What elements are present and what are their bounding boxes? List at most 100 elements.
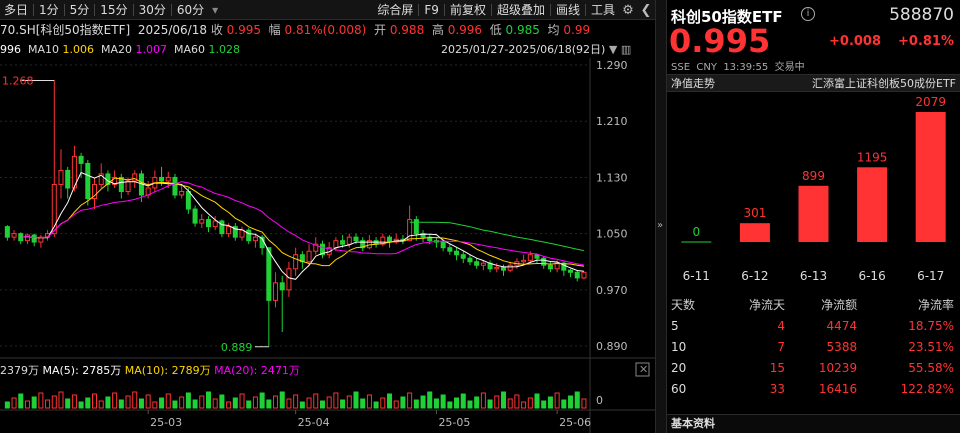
volume-bar	[313, 393, 319, 409]
volume-bar	[319, 400, 325, 409]
candle-body	[199, 219, 205, 224]
volume-bar	[152, 401, 158, 409]
fund-full-name: 汇添富上证科创板50成份ETF	[812, 77, 956, 90]
candle-body	[205, 219, 212, 228]
volume-bar	[38, 392, 44, 409]
toolbar-right-group: 综合屏 F9 前复权 超级叠加 画线 工具 ⚙ ❮	[373, 0, 655, 20]
toolbar-separator	[490, 4, 492, 16]
cell-net-rate: 122.82%	[900, 381, 954, 396]
volume-bar	[366, 394, 372, 409]
period-60min[interactable]: 60分	[173, 0, 208, 20]
volume-bar	[58, 391, 64, 409]
candle-body	[293, 254, 299, 270]
ma60-line	[409, 221, 585, 252]
toolbar-separator	[584, 4, 586, 16]
ma20-label: MA20	[101, 43, 133, 56]
cell-net-days: 33	[769, 381, 786, 396]
toolbar-separator	[418, 4, 420, 16]
candle-body	[179, 190, 185, 196]
trade-meta: SSE CNY 13:39:55 交易中	[671, 58, 805, 73]
volume-bar	[306, 397, 312, 409]
price-change-percent: +0.81%	[898, 34, 954, 49]
period-5min[interactable]: 5分	[66, 0, 94, 20]
volume-bar	[393, 400, 399, 409]
tools-button[interactable]: 工具	[587, 0, 619, 20]
quote-info-line: 70.SH[科创50指数ETF] 2025/06/18 收 0.995 幅 0.…	[0, 22, 590, 38]
info-icon[interactable]: i	[801, 7, 815, 21]
volume-bar	[514, 394, 520, 409]
quote-time: 13:39:55	[723, 62, 769, 73]
candle-body	[31, 234, 37, 243]
volume-bar	[346, 395, 352, 409]
volume-bar	[51, 395, 57, 409]
split-view-icon[interactable]: ▥	[621, 43, 631, 56]
ma60-label: MA60	[174, 43, 206, 56]
period-toolbar: 多日 1分 5分 15分 30分 60分 ▾ 综合屏 F9 前复权 超级叠加 画…	[0, 0, 655, 20]
high-value: 0.996	[447, 23, 483, 37]
volume-bar	[226, 401, 232, 409]
volume-bar	[31, 396, 37, 409]
volume-bar	[293, 394, 299, 409]
candle-body	[159, 176, 165, 182]
candle-body	[413, 219, 419, 235]
volume-bar	[273, 395, 279, 409]
volume-bar	[467, 400, 473, 409]
composite-screen-button[interactable]: 综合屏	[373, 0, 417, 20]
candle-body	[266, 247, 272, 301]
candle-body	[192, 208, 198, 224]
toolbar-separator	[170, 3, 172, 16]
candle-body	[500, 266, 506, 271]
volume-bar	[239, 393, 245, 409]
period-multi-day[interactable]: 多日	[0, 0, 32, 20]
volume-bar	[165, 393, 171, 409]
kline-chart[interactable]: 1.290 1.210 1.130 1.050 0.970 0.890 2379万 MA(5…	[0, 58, 655, 433]
back-arrow-icon[interactable]: ❮	[637, 1, 655, 19]
date-tick-label: 25-04	[298, 416, 330, 429]
super-overlay-button[interactable]: 超级叠加	[493, 0, 549, 20]
price-tick-label: 0.890	[596, 340, 628, 353]
candle-body	[118, 176, 124, 192]
period-30min[interactable]: 30分	[135, 0, 170, 20]
volume-bar	[219, 394, 225, 409]
panel-divider[interactable]	[655, 0, 667, 433]
range-dropdown-icon[interactable]: ▼	[609, 43, 617, 56]
volume-bar	[547, 396, 553, 409]
cell-net-rate: 23.51%	[908, 339, 954, 354]
f9-button[interactable]: F9	[420, 0, 443, 20]
volume-bar	[205, 391, 212, 409]
candle-body	[165, 176, 171, 182]
volume-bar	[159, 397, 165, 409]
volume-bar	[259, 392, 265, 409]
toolbar-separator	[443, 4, 445, 16]
volume-bar	[145, 394, 151, 409]
volume-bar	[407, 392, 413, 409]
candle-body	[440, 241, 446, 249]
cell-days: 5	[671, 318, 679, 333]
draw-line-button[interactable]: 画线	[552, 0, 584, 20]
basic-info-footer[interactable]: 基本资料	[667, 414, 960, 433]
date-range[interactable]: 2025/01/27-2025/06/18(92日) ▼ ▥	[441, 42, 631, 58]
settings-gear-icon[interactable]: ⚙	[619, 1, 637, 19]
candle-body	[239, 229, 245, 238]
ma20-value: 1.007	[135, 43, 168, 56]
candle-body	[219, 220, 225, 235]
flow-value-label: 0	[692, 225, 700, 239]
header-net-days: 净流天	[749, 298, 786, 312]
forward-adjust-button[interactable]: 前复权	[446, 0, 490, 20]
open-value: 0.988	[389, 23, 425, 37]
period-15min[interactable]: 15分	[96, 0, 131, 20]
candle-body	[480, 262, 486, 266]
flow-value-label: 899	[802, 169, 825, 183]
volume-bar	[454, 397, 460, 409]
app-root: 多日 1分 5分 15分 30分 60分 ▾ 综合屏 F9 前复权 超级叠加 画…	[0, 0, 960, 433]
candle-body	[346, 236, 352, 245]
tab-net-value-trend[interactable]: 净值走势	[671, 75, 715, 91]
period-more-dropdown-icon[interactable]: ▾	[208, 0, 222, 20]
table-row: 60 33 16416 122.82%	[667, 378, 960, 399]
period-1min[interactable]: 1分	[35, 0, 63, 20]
collapse-panel-icon[interactable]: »	[657, 220, 663, 231]
candle-body	[212, 220, 218, 228]
flow-bar	[857, 167, 888, 242]
volume-bar	[92, 393, 98, 409]
candle-body	[447, 247, 453, 252]
